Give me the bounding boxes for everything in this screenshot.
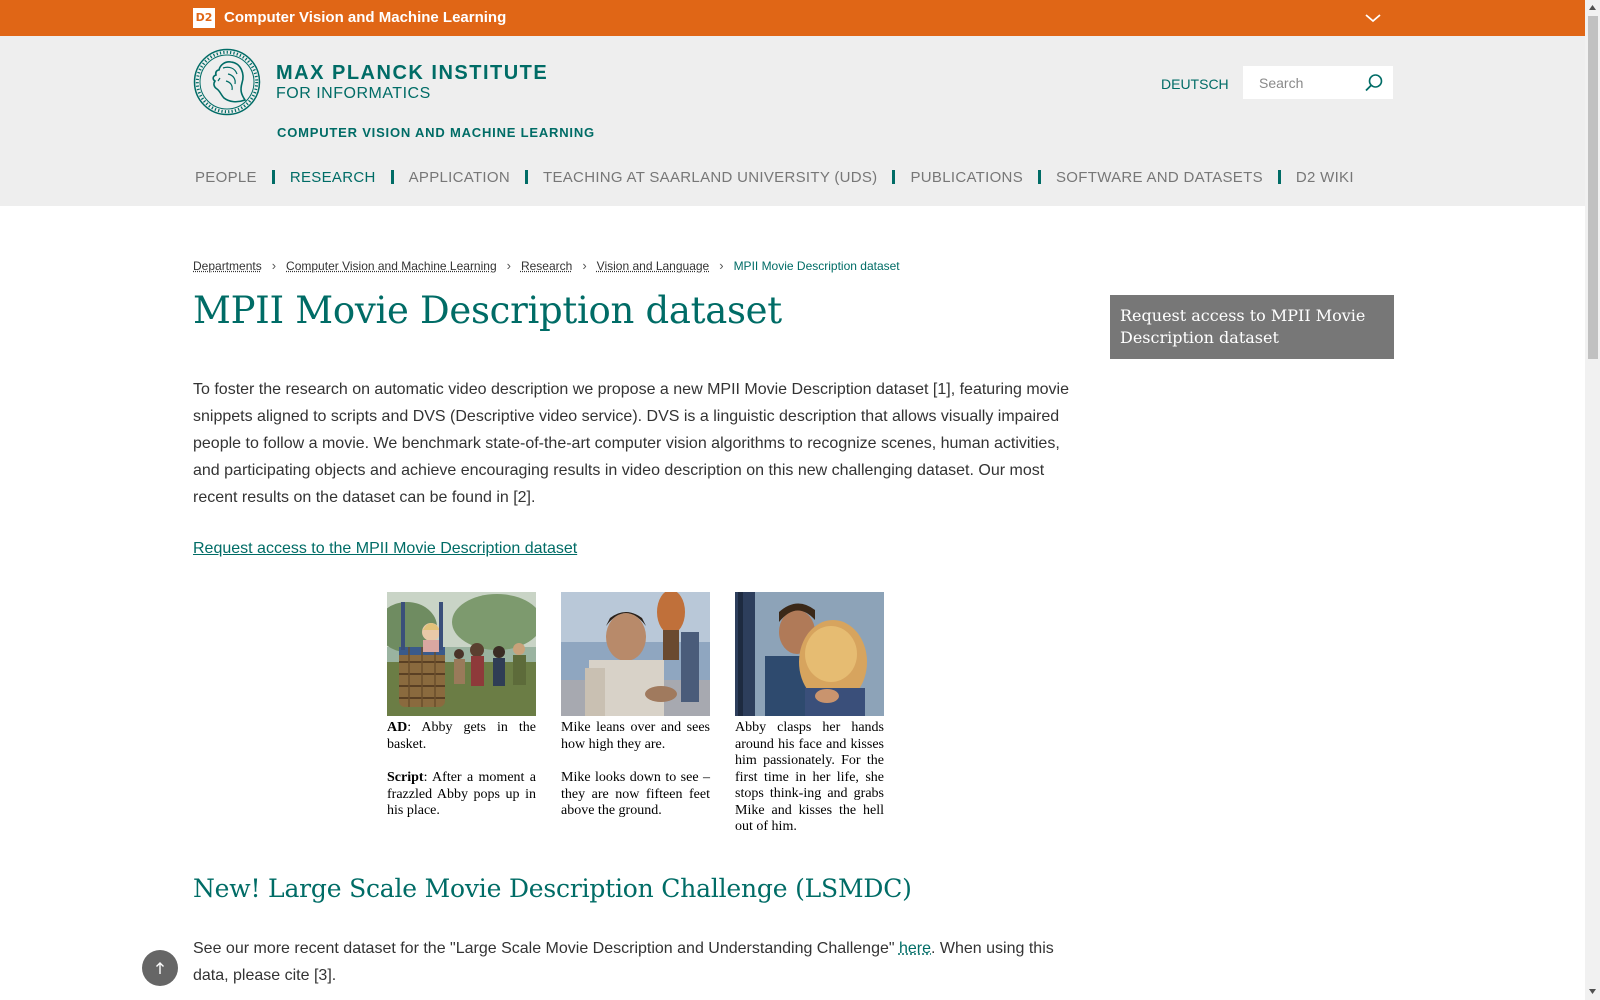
lsmdc-text-before: See our more recent dataset for the "Lar… — [193, 940, 899, 957]
scroll-to-top-button[interactable] — [142, 950, 178, 986]
nav-item-publications[interactable]: PUBLICATIONS — [910, 169, 1023, 186]
movie-still-man-looking-down — [561, 592, 710, 716]
search-input[interactable] — [1243, 66, 1363, 99]
request-access-link[interactable]: Request access to the MPII Movie Descrip… — [193, 540, 577, 558]
ad-label: AD — [387, 720, 408, 735]
department-badge: D2 — [193, 8, 215, 28]
breadcrumb-chevron-icon: › — [271, 258, 277, 273]
nav-item-people[interactable]: PEOPLE — [195, 169, 257, 186]
nav-separator — [390, 170, 394, 184]
nav-item-d2-wiki[interactable]: D2 WIKI — [1296, 169, 1354, 186]
figure-panel-2: Mike leans over and sees how high they a… — [561, 592, 710, 837]
breadcrumb-chevron-icon: › — [506, 258, 511, 273]
lsmdc-heading: New! Large Scale Movie Description Chall… — [193, 874, 912, 903]
lsmdc-paragraph: See our more recent dataset for the "Lar… — [193, 935, 1093, 989]
caption-3-text: Abby clasps her hands around his face an… — [735, 720, 884, 834]
movie-still-balloon-basket — [387, 592, 536, 716]
figure-panel-1: AD: Abby gets in the basket. Script: Aft… — [387, 592, 536, 837]
nav-item-software-datasets[interactable]: SOFTWARE AND DATASETS — [1056, 169, 1263, 186]
arrow-up-icon — [156, 962, 164, 974]
nav-item-teaching[interactable]: TEACHING AT SAARLAND UNIVERSITY (UDS) — [543, 169, 878, 186]
figure-panel-3: Abby clasps her hands around his face an… — [735, 592, 884, 853]
nav-separator — [271, 170, 275, 184]
logo-minerva-icon[interactable] — [193, 48, 261, 116]
scrollbar-thumb[interactable] — [1588, 16, 1598, 359]
chevron-down-icon[interactable] — [1363, 8, 1383, 28]
department-title[interactable]: Computer Vision and Machine Learning — [224, 9, 506, 26]
lsmdc-here-link[interactable]: here — [899, 940, 931, 957]
breadcrumb-link-research[interactable]: Research — [521, 259, 572, 273]
scroll-up-arrow-icon[interactable] — [1588, 3, 1597, 12]
dataset-example-figure: AD: Abby gets in the basket. Script: Aft… — [387, 592, 887, 837]
script-label: Script — [387, 770, 424, 785]
department-bar[interactable]: D2 Computer Vision and Machine Learning — [0, 0, 1585, 36]
movie-still-couple-kissing — [735, 592, 884, 716]
nav-separator — [892, 170, 896, 184]
ad-text: : Abby gets in the basket. — [387, 720, 536, 752]
main-navigation: PEOPLE RESEARCH APPLICATION TEACHING AT … — [195, 165, 1354, 189]
figure-caption-2: Mike leans over and sees how high they a… — [561, 720, 710, 820]
nav-separator — [1038, 170, 1041, 184]
breadcrumb-chevron-icon: › — [582, 258, 587, 273]
search-box — [1243, 66, 1393, 99]
breadcrumb-link-departments[interactable]: Departments — [193, 259, 262, 273]
nav-separator — [1277, 170, 1281, 184]
breadcrumb-current: MPII Movie Description dataset — [733, 258, 900, 273]
nav-item-research[interactable]: RESEARCH — [290, 169, 376, 186]
intro-paragraph: To foster the research on automatic vide… — [193, 381, 1069, 506]
figure-caption-1: AD: Abby gets in the basket. Script: Aft… — [387, 720, 536, 820]
scroll-down-arrow-icon[interactable] — [1588, 987, 1597, 996]
caption-2-line1: Mike leans over and sees how high they a… — [561, 720, 710, 752]
figure-caption-3: Abby clasps her hands around his face an… — [735, 720, 884, 836]
breadcrumb-link-vision-language[interactable]: Vision and Language — [597, 259, 710, 273]
site-header: MAX PLANCK INSTITUTE FOR INFORMATICS COM… — [0, 36, 1585, 206]
breadcrumb-link-cvml[interactable]: Computer Vision and Machine Learning — [286, 259, 497, 273]
page-title: MPII Movie Description dataset — [193, 289, 782, 332]
nav-separator — [524, 170, 528, 184]
institute-name-line2[interactable]: FOR INFORMATICS — [276, 85, 431, 103]
institute-name-line1[interactable]: MAX PLANCK INSTITUTE — [276, 62, 548, 85]
breadcrumb: Departments › Computer Vision and Machin… — [193, 258, 900, 273]
request-access-sidebox[interactable]: Request access to MPII Movie Description… — [1110, 295, 1394, 359]
department-name[interactable]: COMPUTER VISION AND MACHINE LEARNING — [277, 125, 595, 140]
nav-item-application[interactable]: APPLICATION — [409, 169, 510, 186]
search-icon[interactable] — [1363, 72, 1385, 94]
language-switch-link[interactable]: DEUTSCH — [1161, 76, 1229, 92]
breadcrumb-chevron-icon: › — [719, 258, 724, 273]
caption-2-line2: Mike looks down to see – they are now fi… — [561, 770, 710, 818]
